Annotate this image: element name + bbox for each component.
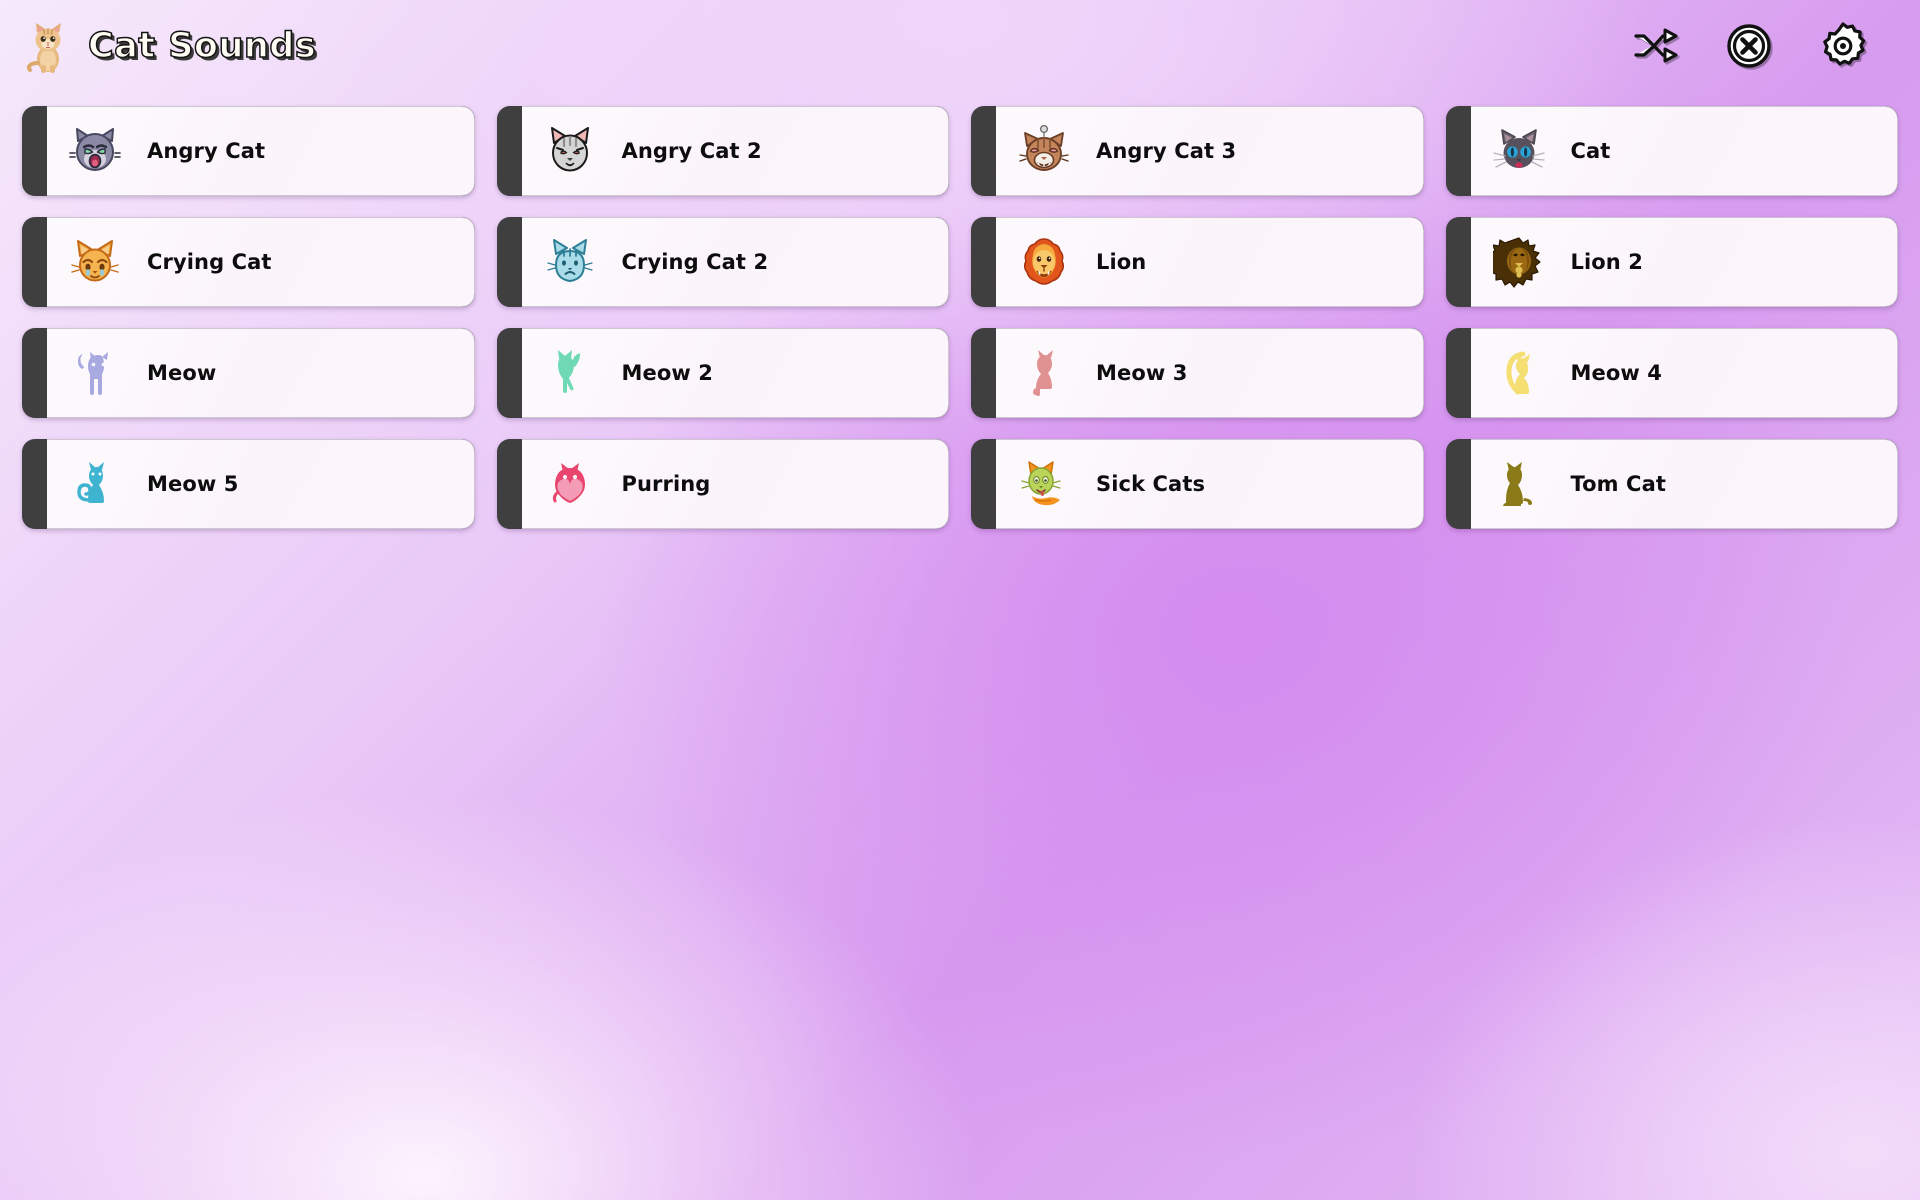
sound-card-crying-cat[interactable]: Crying Cat — [22, 217, 475, 307]
sound-label: Lion 2 — [1570, 250, 1643, 274]
sound-card-purring[interactable]: Purring — [496, 439, 949, 529]
cat-face-icon — [1492, 125, 1545, 177]
sound-label: Meow 2 — [621, 361, 713, 385]
card-face: Angry Cat — [47, 106, 475, 196]
crying-cat-2-face-icon — [544, 236, 596, 288]
card-face: Cat — [1470, 106, 1898, 196]
card-face: Meow 5 — [47, 439, 475, 529]
sound-card-lion[interactable]: Lion — [971, 217, 1424, 307]
card-face: Meow 2 — [521, 328, 949, 418]
sound-label: Meow 4 — [1570, 361, 1662, 385]
sound-label: Sick Cats — [1096, 472, 1206, 496]
sound-label: Meow — [147, 361, 217, 385]
sound-card-meow-3[interactable]: Meow 3 — [971, 328, 1424, 418]
sound-label: Purring — [621, 472, 711, 496]
sound-card-lion-2[interactable]: Lion 2 — [1445, 217, 1898, 307]
sound-label: Angry Cat 3 — [1096, 139, 1237, 163]
card-face: Meow — [47, 328, 475, 418]
sound-card-meow-5[interactable]: Meow 5 — [22, 439, 475, 529]
sound-card-angry-cat[interactable]: Angry Cat — [22, 106, 475, 196]
card-face: Meow 4 — [1470, 328, 1898, 418]
sound-label: Crying Cat — [147, 250, 272, 274]
sound-label: Angry Cat — [147, 139, 266, 163]
header-actions — [1628, 19, 1894, 73]
sound-grid: Angry Cat Angry Cat 2 Angry Cat 3 Cat Cr… — [0, 92, 1920, 529]
sound-label: Tom Cat — [1570, 472, 1666, 496]
settings-button[interactable] — [1816, 19, 1870, 73]
tom-cat-silhouette-icon — [1493, 458, 1545, 510]
stretching-cat-silhouette-icon — [544, 347, 596, 399]
crying-cat-face-icon — [69, 236, 121, 288]
shuffle-icon — [1632, 27, 1678, 65]
arched-cat-silhouette-icon — [1493, 347, 1545, 399]
sound-label: Cat — [1570, 139, 1611, 163]
lion-face-icon — [1018, 236, 1070, 288]
standing-cat-silhouette-icon — [69, 347, 121, 399]
sound-card-sick-cats[interactable]: Sick Cats — [971, 439, 1424, 529]
sound-label: Crying Cat 2 — [621, 250, 769, 274]
angry-cat-face-icon — [69, 125, 121, 177]
card-face: Angry Cat 3 — [996, 106, 1424, 196]
sound-label: Meow 5 — [147, 472, 239, 496]
app-brand: Cat Sounds — [24, 19, 316, 73]
kitten-photo-icon — [24, 19, 70, 73]
page-title: Cat Sounds — [87, 25, 317, 67]
sound-card-angry-cat-3[interactable]: Angry Cat 3 — [971, 106, 1424, 196]
card-face: Angry Cat 2 — [521, 106, 949, 196]
lion-2-face-icon — [1492, 236, 1545, 288]
sound-card-angry-cat-2[interactable]: Angry Cat 2 — [496, 106, 949, 196]
sound-card-meow[interactable]: Meow — [22, 328, 475, 418]
card-face: Lion — [996, 217, 1424, 307]
card-face: Tom Cat — [1470, 439, 1898, 529]
card-face: Crying Cat 2 — [521, 217, 949, 307]
curled-tail-cat-silhouette-icon — [69, 458, 121, 510]
sound-card-crying-cat-2[interactable]: Crying Cat 2 — [496, 217, 949, 307]
sick-cat-icon — [1018, 458, 1070, 510]
card-face: Crying Cat — [47, 217, 475, 307]
gear-icon — [1818, 21, 1868, 71]
card-face: Sick Cats — [996, 439, 1424, 529]
angry-cat-3-face-icon — [1018, 125, 1070, 177]
sound-card-meow-2[interactable]: Meow 2 — [496, 328, 949, 418]
purring-cat-heart-icon — [544, 458, 596, 510]
sound-card-meow-4[interactable]: Meow 4 — [1445, 328, 1898, 418]
sound-label: Lion — [1096, 250, 1147, 274]
app-header: Cat Sounds — [0, 0, 1920, 92]
angry-cat-2-face-icon — [544, 125, 596, 177]
sitting-cat-silhouette-icon — [1018, 347, 1070, 399]
shuffle-button[interactable] — [1628, 19, 1682, 73]
sound-label: Angry Cat 2 — [621, 139, 762, 163]
card-face: Purring — [521, 439, 949, 529]
stop-button[interactable] — [1722, 19, 1776, 73]
card-face: Meow 3 — [996, 328, 1424, 418]
sound-card-tom-cat[interactable]: Tom Cat — [1445, 439, 1898, 529]
card-face: Lion 2 — [1470, 217, 1898, 307]
stop-circle-x-icon — [1725, 22, 1773, 70]
sound-label: Meow 3 — [1096, 361, 1188, 385]
sound-card-cat[interactable]: Cat — [1445, 106, 1898, 196]
